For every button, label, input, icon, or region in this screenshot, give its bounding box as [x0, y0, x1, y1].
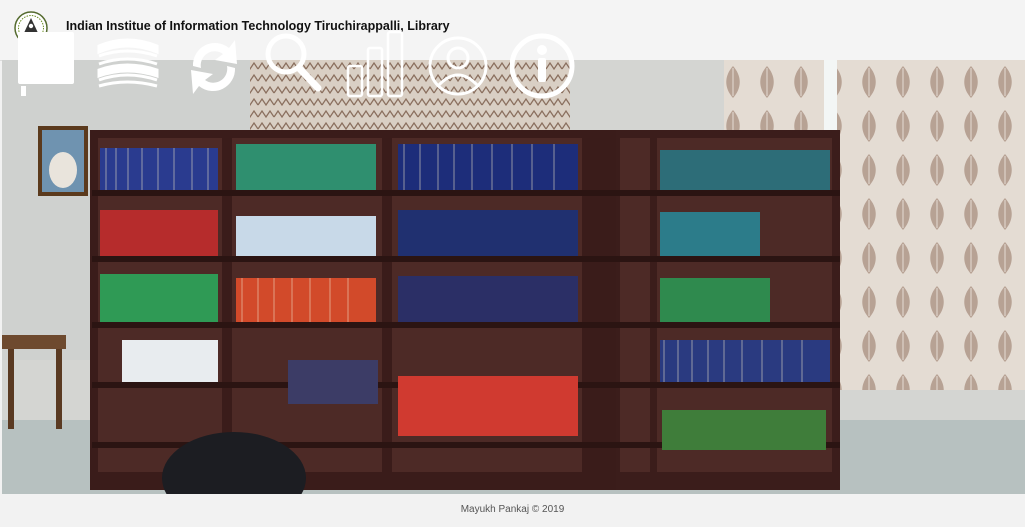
books-stack-icon[interactable] — [95, 30, 161, 100]
renew-sync-icon[interactable] — [183, 30, 245, 100]
library-background-photo — [2, 60, 1025, 494]
bookshelf-illustration — [2, 60, 1025, 494]
footer-credit: Mayukh Pankaj © 2019 — [460, 504, 565, 515]
statistics-bar-chart-icon[interactable] — [346, 30, 408, 100]
search-icon[interactable] — [264, 30, 324, 100]
footer: Mayukh Pankaj © 2019 — [0, 494, 1025, 527]
catalogue-book-icon[interactable] — [18, 30, 76, 100]
user-profile-icon[interactable] — [428, 30, 490, 100]
info-icon[interactable] — [510, 30, 576, 100]
